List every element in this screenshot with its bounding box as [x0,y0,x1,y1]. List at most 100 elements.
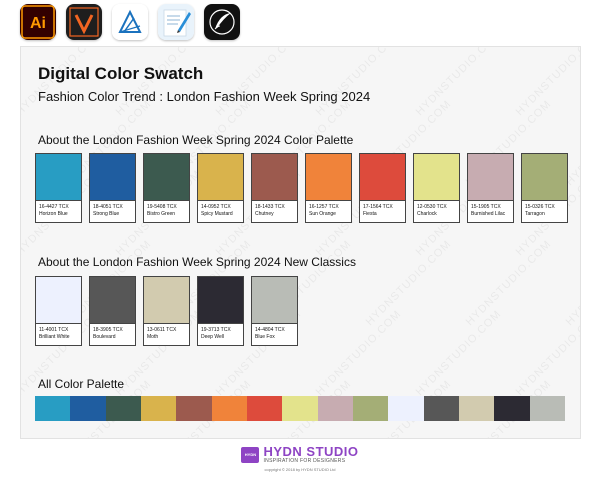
all-palette-heading: All Color Palette [38,377,125,391]
swatch-label: 19-3713 TCX Deep Well [198,324,243,345]
palette-bar-cell [352,396,389,421]
swatch-name: Fiesta [363,210,377,217]
color-swatch: 17-1564 TCX Fiesta [359,153,406,223]
palette-swatch-row: 16-4427 TCX Horizon Blue 18-4051 TCX Strong… [35,153,568,223]
swatch-color-chip [252,277,297,324]
swatch-label: 18-4051 TCX Strong Blue [90,201,135,222]
color-swatch: 14-0952 TCX Spicy Mustard [197,153,244,223]
swatch-color-chip [198,277,243,324]
swatch-title: Digital Color Swatch [38,64,204,83]
watermark-text: HYDNSTUDIO.COM [463,237,554,329]
swatch-color-chip [90,154,135,201]
swatch-label: 15-1905 TCX Burnished Lilac [468,201,513,222]
brand-text: HYDN STUDIO INSPIRATION FOR DESIGNERS [263,445,358,464]
swatch-color-chip [90,277,135,324]
swatch-label: 13-0611 TCX Moth [144,324,189,345]
palette-bar-cell [105,396,141,421]
color-swatch-card: HYDNSTUDIO.COM HYDNSTUDIO.COM HYDNSTUDIO.C… [20,46,581,439]
brand-tagline: INSPIRATION FOR DESIGNERS [263,458,346,464]
swatch-label: 14-4804 TCX Blue Fox [252,324,297,345]
palette-bar-cell [529,396,565,421]
swatch-name: Charlock [417,210,437,217]
affinity-designer-icon[interactable] [112,4,148,40]
watermark-text: HYDNSTUDIO.COM [313,307,404,399]
swatch-label: 16-1257 TCX Sun Orange [306,201,351,222]
swatch-label: 16-4427 TCX Horizon Blue [36,201,81,222]
palette-bar-cell [388,396,424,421]
classics-heading: About the London Fashion Week Spring 202… [38,255,356,269]
swatch-color-chip [144,277,189,324]
color-swatch: 18-1433 TCX Chutney [251,153,298,223]
swatch-color-chip [468,154,513,201]
palette-bar-cell [140,396,177,421]
swatch-label: 15-0326 TCX Tarragon [522,201,567,222]
brand-copyright: copyright © 2018 by HYDN STUDIO Ltd [264,467,336,472]
swatch-label: 12-0530 TCX Charlock [414,201,459,222]
all-color-palette-bar [35,396,565,421]
swatch-color-chip [414,154,459,201]
palette-bar-cell [494,396,530,421]
color-swatch: 15-1905 TCX Burnished Lilac [467,153,514,223]
watermark-text: HYDNSTUDIO.COM [513,47,580,119]
swatch-name: Deep Well [201,333,224,340]
swatch-name: Bistro Green [147,210,176,217]
swatch-name: Spicy Mustard [201,210,233,217]
palette-bar-cell [176,396,212,421]
swatch-label: 17-1564 TCX Fiesta [360,201,405,222]
watermark-text: HYDNSTUDIO.COM [563,237,580,329]
palette-bar-cell [282,396,318,421]
color-swatch: 12-0530 TCX Charlock [413,153,460,223]
swatch-name: Burnished Lilac [471,210,506,217]
watermark-text: HYDNSTUDIO.COM [213,47,304,119]
swatch-label: 19-5408 TCX Bistro Green [144,201,189,222]
watermark-text: HYDNSTUDIO.COM [563,377,580,438]
color-swatch: 19-5408 TCX Bistro Green [143,153,190,223]
hydn-logo-icon: HYDN [241,446,260,463]
procreate-icon[interactable] [204,4,240,40]
swatch-label: 11-4001 TCX Brilliant White [36,324,81,345]
illustrator-icon[interactable]: Ai [20,4,56,40]
color-swatch: 16-4427 TCX Horizon Blue [35,153,82,223]
palette-bar-cell [35,396,71,421]
brand-footer: HYDN HYDN STUDIO INSPIRATION FOR DESIGNE… [0,445,600,472]
swatch-label: 18-3905 TCX Boulevard [90,324,135,345]
swatch-name: Chutney [255,210,274,217]
palette-bar-cell [211,396,247,421]
brand-row: HYDN HYDN STUDIO INSPIRATION FOR DESIGNE… [241,445,358,464]
swatch-color-chip [522,154,567,201]
watermark-text: HYDNSTUDIO.COM [313,47,404,119]
color-swatch: 11-4001 TCX Brilliant White [35,276,82,346]
swatch-name: Horizon Blue [39,210,68,217]
color-swatch: 16-1257 TCX Sun Orange [305,153,352,223]
swatch-subtitle: Fashion Color Trend : London Fashion Wee… [38,89,371,104]
palette-bar-cell [70,396,106,421]
swatch-color-chip [144,154,189,201]
swatch-name: Sun Orange [309,210,336,217]
palette-bar-cell [423,396,459,421]
watermark-text: HYDNSTUDIO.COM [413,47,504,119]
swatch-color-chip [36,277,81,324]
watermark-text: HYDNSTUDIO.COM [363,237,454,329]
palette-bar-cell [317,396,353,421]
brand-name: HYDN STUDIO [263,444,359,459]
palette-heading: About the London Fashion Week Spring 202… [38,133,354,147]
watermark-text: HYDNSTUDIO.COM [413,307,504,399]
pencil-notes-icon[interactable] [158,4,194,40]
swatch-name: Tarragon [525,210,545,217]
swatch-name: Brilliant White [39,333,70,340]
swatch-label: 14-0952 TCX Spicy Mustard [198,201,243,222]
color-swatch: 18-4051 TCX Strong Blue [89,153,136,223]
color-swatch: 15-0326 TCX Tarragon [521,153,568,223]
palette-bar-cell [246,396,283,421]
swatch-color-chip [306,154,351,201]
swatch-name: Strong Blue [93,210,120,217]
swatch-label: 18-1433 TCX Chutney [252,201,297,222]
watermark-text: HYDNSTUDIO.COM [513,307,580,399]
color-swatch: 14-4804 TCX Blue Fox [251,276,298,346]
vectorstyler-icon[interactable]: V [66,4,102,40]
color-swatch: 13-0611 TCX Moth [143,276,190,346]
color-swatch: 19-3713 TCX Deep Well [197,276,244,346]
classics-swatch-row: 11-4001 TCX Brilliant White 18-3905 TCX Bou… [35,276,298,346]
swatch-name: Moth [147,333,159,340]
swatch-name: Boulevard [93,333,116,340]
